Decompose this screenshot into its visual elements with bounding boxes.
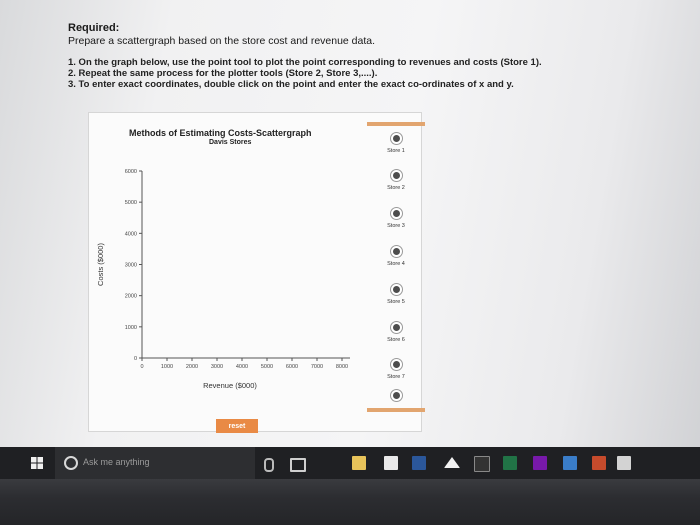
tool-store-7[interactable]: Store 7 <box>367 359 425 380</box>
chat-icon[interactable] <box>617 456 631 470</box>
plotter-tool-panel: Store 1 Store 2 Store 3 Store 4 Store 5 … <box>367 122 425 414</box>
x-axis-label: Revenue ($000) <box>203 381 257 390</box>
start-icon[interactable] <box>31 457 43 469</box>
screen: Required: Prepare a scattergraph based o… <box>0 0 700 525</box>
question-block: Required: Prepare a scattergraph based o… <box>68 22 628 90</box>
excel-icon[interactable] <box>503 456 517 470</box>
microphone-icon[interactable] <box>264 458 274 472</box>
home-icon[interactable] <box>444 457 460 468</box>
tool-panel-header <box>367 122 425 126</box>
point-marker-icon[interactable] <box>390 390 402 401</box>
search-placeholder[interactable]: Ask me anything <box>83 457 150 467</box>
x-tick-label: 8000 <box>336 364 348 370</box>
app-icon[interactable] <box>592 456 606 470</box>
y-tick-label: 0 <box>134 356 137 362</box>
y-tick-label: 3000 <box>125 263 137 269</box>
tool-label: Store 1 <box>387 148 405 154</box>
tool-store-6[interactable]: Store 6 <box>367 322 425 343</box>
x-tick-label: 7000 <box>311 364 323 370</box>
x-tick-label: 1000 <box>161 364 173 370</box>
tool-label: Store 4 <box>387 261 405 267</box>
word-icon[interactable] <box>412 456 426 470</box>
instruction-list: 1. On the graph below, use the point too… <box>68 57 628 90</box>
y-axis-label: Costs ($000) <box>96 243 105 286</box>
instruction-item: 1. On the graph below, use the point too… <box>68 57 542 68</box>
point-marker-icon[interactable] <box>390 208 402 219</box>
point-marker-icon[interactable] <box>390 359 402 370</box>
y-tick-label: 5000 <box>125 200 137 206</box>
tool-label: Store 2 <box>387 185 405 191</box>
y-tick-label: 2000 <box>125 294 137 300</box>
taskbar: Ask me anything <box>0 447 700 479</box>
instruction-item: 3. To enter exact coordinates, double cl… <box>68 79 514 90</box>
amazon-icon[interactable] <box>474 456 490 472</box>
store-icon[interactable] <box>384 456 398 470</box>
monitor-bezel <box>0 479 700 525</box>
tool-label: Store 6 <box>387 337 405 343</box>
task-view-icon[interactable] <box>290 458 306 472</box>
x-tick-label: 0 <box>140 364 143 370</box>
cortana-icon[interactable] <box>64 456 78 470</box>
y-tick-label: 6000 <box>125 169 137 175</box>
tool-store-4[interactable]: Store 4 <box>367 246 425 267</box>
point-marker-icon[interactable] <box>390 133 402 144</box>
x-tick-label: 3000 <box>211 364 223 370</box>
onenote-icon[interactable] <box>533 456 547 470</box>
x-tick-label: 2000 <box>186 364 198 370</box>
x-tick-label: 5000 <box>261 364 273 370</box>
tool-store-1[interactable]: Store 1 <box>367 133 425 154</box>
tool-store-5[interactable]: Store 5 <box>367 284 425 305</box>
tool-store-3[interactable]: Store 3 <box>367 208 425 229</box>
chart-title: Methods of Estimating Costs-Scattergraph <box>129 128 312 138</box>
chart-subtitle: Davis Stores <box>209 139 252 146</box>
x-tick-label: 4000 <box>236 364 248 370</box>
required-heading: Required: <box>68 22 120 34</box>
file-explorer-icon[interactable] <box>352 456 366 470</box>
tool-label: Store 5 <box>387 299 405 305</box>
tool-store-8[interactable] <box>367 390 425 405</box>
tool-panel-footer <box>367 408 425 412</box>
tool-label: Store 3 <box>387 223 405 229</box>
point-marker-icon[interactable] <box>390 170 402 181</box>
point-marker-icon[interactable] <box>390 246 402 257</box>
tool-label: Store 7 <box>387 374 405 380</box>
taskbar-search-box[interactable]: Ask me anything <box>55 447 255 479</box>
app-icon[interactable] <box>563 456 577 470</box>
y-tick-label: 1000 <box>125 325 137 331</box>
reset-button[interactable]: reset <box>216 419 258 433</box>
x-tick-label: 6000 <box>286 364 298 370</box>
y-tick-label: 4000 <box>125 231 137 237</box>
point-marker-icon[interactable] <box>390 322 402 333</box>
instruction-item: 2. Repeat the same process for the plott… <box>68 68 378 79</box>
question-description: Prepare a scattergraph based on the stor… <box>68 35 376 47</box>
tool-store-2[interactable]: Store 2 <box>367 170 425 191</box>
point-marker-icon[interactable] <box>390 284 402 295</box>
